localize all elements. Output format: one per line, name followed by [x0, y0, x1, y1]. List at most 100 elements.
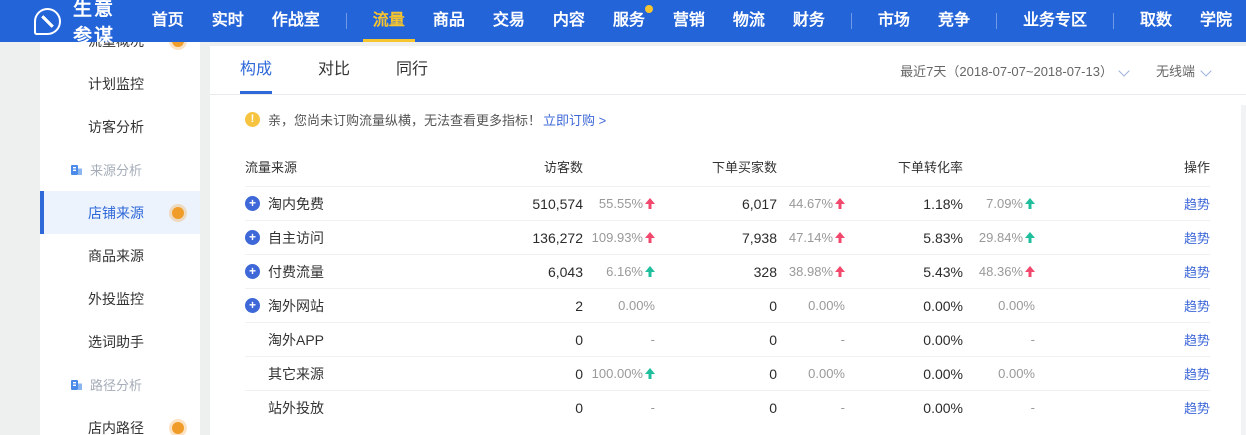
arrow-up-icon	[834, 232, 845, 243]
source-cell: +其它来源	[245, 364, 495, 384]
conversion-value: 1.18%	[845, 196, 963, 212]
source-label: 其它来源	[268, 364, 324, 384]
trend-link[interactable]: 趋势	[1184, 401, 1210, 416]
nav-item-内容[interactable]: 内容	[539, 0, 599, 42]
sidebar-item-商品来源[interactable]: 商品来源	[40, 234, 200, 277]
expand-icon[interactable]: +	[245, 298, 260, 313]
header-source: 流量来源	[245, 157, 495, 176]
buyers-value: 0	[655, 298, 777, 314]
action-cell: 趋势	[1035, 262, 1210, 282]
compass-logo-icon	[34, 8, 61, 35]
source-cell: + 付费流量	[245, 262, 495, 282]
nav-item-市场[interactable]: 市场	[864, 0, 924, 42]
change-value: 109.93%	[592, 230, 643, 245]
sidebar-list: 流量概况计划监控访客分析来源分析店铺来源商品来源外投监控选词助手路径分析店内路径	[40, 42, 200, 435]
nav-menu: 首页实时作战室流量商品交易内容服务营销物流财务市场竞争业务专区取数学院	[138, 0, 1246, 42]
nav-divider	[996, 13, 997, 29]
nav-item-首页[interactable]: 首页	[138, 0, 198, 42]
visitors-value: 510,574	[495, 196, 583, 212]
subscribe-now-link[interactable]: 立即订购 >	[543, 110, 606, 129]
arrow-up-icon	[834, 266, 845, 277]
nav-item-物流[interactable]: 物流	[719, 0, 779, 42]
conversion-value: 0.00%	[845, 298, 963, 314]
source-label: 淘外网站	[268, 296, 324, 316]
scrollbar-track[interactable]	[1241, 105, 1246, 435]
trend-link[interactable]: 趋势	[1184, 333, 1210, 348]
notification-dot-icon	[645, 5, 653, 13]
buyers-value: 0	[655, 366, 777, 382]
visitors-value: 2	[495, 298, 583, 314]
sidebar-item-label: 选词助手	[88, 332, 144, 352]
visitors-value: 6,043	[495, 264, 583, 280]
nav-item-取数[interactable]: 取数	[1126, 0, 1186, 42]
nav-item-作战室[interactable]: 作战室	[258, 0, 334, 42]
expand-icon[interactable]: +	[245, 196, 260, 211]
conversion-change: -	[963, 400, 1035, 415]
source-label: 站外投放	[268, 398, 324, 418]
trend-link[interactable]: 趋势	[1184, 367, 1210, 382]
buyers-change: 44.67%	[777, 196, 845, 211]
tabs: 构成对比同行	[240, 46, 474, 94]
nav-item-竞争[interactable]: 竞争	[924, 0, 984, 42]
sidebar-item-流量概况[interactable]: 流量概况	[40, 42, 200, 62]
date-range-selector[interactable]: 最近7天（2018-07-07~2018-07-13）	[900, 61, 1130, 80]
action-cell: 趋势	[1035, 364, 1210, 384]
trend-link[interactable]: 趋势	[1184, 231, 1210, 246]
source-cell: + 自主访问	[245, 228, 495, 248]
arrow-down-icon	[1024, 198, 1035, 209]
nav-divider	[1113, 13, 1114, 29]
sidebar-item-店铺来源[interactable]: 店铺来源	[40, 191, 200, 234]
buyers-value: 7,938	[655, 230, 777, 246]
nav-item-营销[interactable]: 营销	[659, 0, 719, 42]
arrow-up-icon	[644, 198, 655, 209]
trend-link[interactable]: 趋势	[1184, 299, 1210, 314]
nav-item-流量[interactable]: 流量	[359, 0, 419, 42]
buyers-change: -	[777, 332, 845, 347]
arrow-down-icon	[644, 368, 655, 379]
arrow-down-icon	[1024, 232, 1035, 243]
building-icon	[70, 378, 90, 391]
nav-item-财务[interactable]: 财务	[779, 0, 839, 42]
change-value: 6.16%	[606, 264, 643, 279]
trend-link[interactable]: 趋势	[1184, 197, 1210, 212]
sidebar-item-店内路径[interactable]: 店内路径	[40, 406, 200, 435]
source-label: 自主访问	[268, 228, 324, 248]
tab-对比[interactable]: 对比	[318, 46, 350, 94]
sidebar-item-选词助手[interactable]: 选词助手	[40, 320, 200, 363]
expand-icon[interactable]: +	[245, 264, 260, 279]
visitors-value: 0	[495, 400, 583, 416]
sidebar-item-计划监控[interactable]: 计划监控	[40, 62, 200, 105]
device-selector[interactable]: 无线端	[1156, 61, 1212, 80]
table-body: +淘内免费510,57455.55%6,01744.67%1.18%7.09%趋…	[245, 186, 1210, 424]
sidebar-item-label: 外投监控	[88, 289, 144, 309]
buyers-change: -	[777, 400, 845, 415]
tab-构成[interactable]: 构成	[240, 46, 272, 94]
visitors-change: -	[583, 332, 655, 347]
source-label: 淘外APP	[268, 330, 324, 350]
change-value: 29.84%	[979, 230, 1023, 245]
app-logo[interactable]: 生意参谋	[34, 0, 128, 48]
sidebar-item-访客分析[interactable]: 访客分析	[40, 105, 200, 148]
expand-icon[interactable]: +	[245, 230, 260, 245]
change-value: 48.36%	[979, 264, 1023, 279]
conversion-change: -	[963, 332, 1035, 347]
change-value: 0.00%	[998, 366, 1035, 381]
source-label: 付费流量	[268, 262, 324, 282]
tab-同行[interactable]: 同行	[396, 46, 428, 94]
nav-item-学院[interactable]: 学院	[1186, 0, 1246, 42]
table-row: +淘外网站20.00%00.00%0.00%0.00%趋势	[245, 288, 1210, 322]
table-row: +淘外APP0-0-0.00%-趋势	[245, 322, 1210, 356]
nav-item-服务[interactable]: 服务	[599, 0, 659, 42]
nav-item-业务专区[interactable]: 业务专区	[1009, 0, 1101, 42]
trend-link[interactable]: 趋势	[1184, 265, 1210, 280]
sidebar-item-label: 店内路径	[88, 418, 144, 435]
conversion-change: 7.09%	[963, 196, 1035, 211]
table-row: +付费流量6,0436.16%32838.98%5.43%48.36%趋势	[245, 254, 1210, 288]
sidebar-item-外投监控[interactable]: 外投监控	[40, 277, 200, 320]
tab-bar: 构成对比同行 最近7天（2018-07-07~2018-07-13） 无线端	[210, 46, 1246, 95]
app-title: 生意参谋	[73, 0, 128, 48]
change-value: 38.98%	[789, 264, 833, 279]
nav-item-交易[interactable]: 交易	[479, 0, 539, 42]
nav-item-实时[interactable]: 实时	[198, 0, 258, 42]
nav-item-商品[interactable]: 商品	[419, 0, 479, 42]
